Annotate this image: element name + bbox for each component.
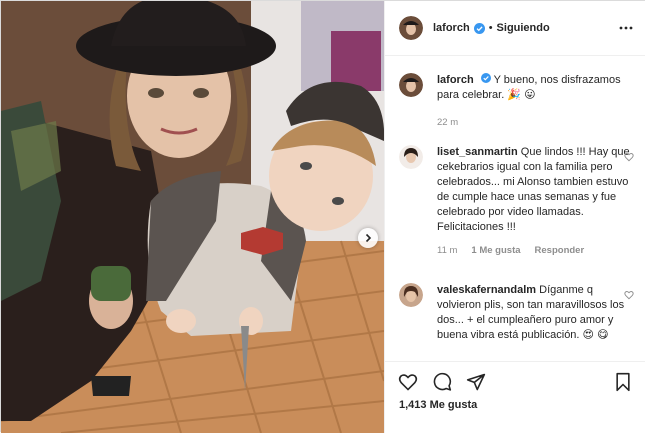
comment-meta: 11 m 1 Me gusta Responder (437, 245, 634, 256)
comment-icon[interactable] (432, 372, 452, 392)
heart-icon[interactable] (624, 290, 634, 303)
action-icons (398, 372, 486, 392)
photo-image (1, 1, 384, 433)
following-button[interactable]: Siguiendo (497, 22, 550, 34)
caption-time[interactable]: 22 m (437, 117, 458, 128)
comment-body: Que lindos !!! Hay que cekebrarios igual… (437, 146, 630, 233)
caption-meta: 22 m (437, 117, 634, 128)
post-header: laforch • Siguiendo (385, 1, 645, 56)
commenter-avatar[interactable] (399, 283, 423, 307)
more-options-icon[interactable] (619, 21, 633, 35)
caption-username[interactable]: laforch (437, 74, 474, 86)
comment-time[interactable]: 11 m (437, 245, 457, 256)
heart-icon[interactable] (624, 152, 634, 165)
comments-section: laforch Y bueno, nos disfrazamos para ce… (385, 57, 645, 361)
heart-icon[interactable] (398, 372, 418, 392)
author-avatar[interactable] (399, 16, 423, 40)
post-dialog: laforch • Siguiendo laforch Y bueno, nos… (0, 0, 645, 433)
post-photo[interactable] (1, 1, 384, 433)
comment-username[interactable]: valeskafernandalm (437, 284, 536, 296)
commenter-avatar[interactable] (399, 145, 423, 169)
reply-button[interactable]: Responder (535, 245, 585, 256)
comment-item: valeskafernandalm Díganme q volvieron pl… (399, 283, 634, 343)
chevron-right-icon (363, 233, 373, 243)
next-photo-button[interactable] (358, 228, 378, 248)
comment-likes[interactable]: 1 Me gusta (471, 245, 520, 256)
caption: laforch Y bueno, nos disfrazamos para ce… (399, 73, 634, 128)
comment-text: liset_sanmartin Que lindos !!! Hay que c… (437, 145, 634, 235)
share-icon[interactable] (466, 372, 486, 392)
comment-username[interactable]: liset_sanmartin (437, 146, 518, 158)
post-sidebar: laforch • Siguiendo laforch Y bueno, nos… (384, 1, 645, 433)
author-avatar[interactable] (399, 73, 423, 97)
verified-icon (473, 22, 485, 34)
verified-icon (480, 73, 491, 83)
bookmark-icon[interactable] (614, 372, 632, 392)
comment-text: valeskafernandalm Díganme q volvieron pl… (437, 283, 634, 343)
author-username[interactable]: laforch (433, 22, 470, 34)
post-actions: 1,413 Me gusta (385, 361, 645, 433)
comment-item: liset_sanmartin Que lindos !!! Hay que c… (399, 145, 634, 256)
likes-count[interactable]: 1,413 Me gusta (399, 399, 477, 411)
separator-dot: • (488, 22, 493, 34)
caption-text: laforch Y bueno, nos disfrazamos para ce… (437, 73, 634, 103)
